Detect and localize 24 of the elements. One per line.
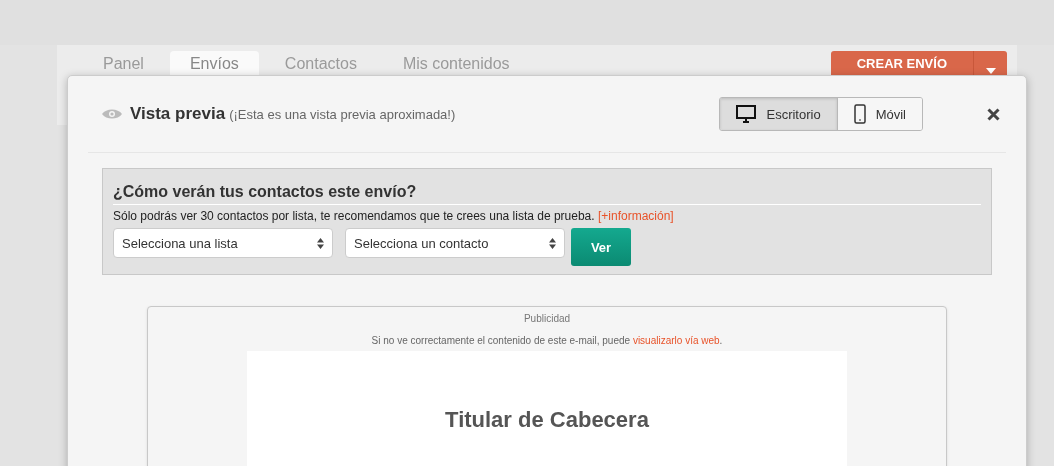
web-view-link[interactable]: visualizarlo vía web bbox=[632, 335, 720, 346]
close-icon bbox=[987, 107, 1000, 121]
view-toggle-button[interactable]: Escritorio bbox=[720, 98, 837, 130]
select-field[interactable]: Selecciona una lista bbox=[113, 228, 333, 258]
sort-arrows-icon bbox=[549, 237, 556, 249]
panel-note: Sólo podrás ver 30 contactos por lista, te recomendamos que te crees una lista de prueba. [+información] bbox=[113, 209, 675, 223]
select-field[interactable]: Selecciona un contacto bbox=[345, 228, 565, 258]
view-button[interactable]: Ver bbox=[571, 228, 631, 266]
close-button[interactable] bbox=[985, 105, 1002, 123]
modal-title: Vista previa bbox=[130, 104, 226, 124]
sort-arrows-icon bbox=[317, 237, 324, 249]
info-link[interactable]: [+información] bbox=[597, 209, 674, 223]
panel-heading: ¿Cómo verán tus contactos este envío? bbox=[113, 179, 981, 205]
web-view-notice: Si no ve correctamente el contenido de este e-mail, puede visualizarlo vía web. bbox=[370, 335, 724, 346]
view-toggle-button[interactable]: Móvil bbox=[836, 98, 922, 130]
phone-icon bbox=[853, 104, 866, 124]
eye-icon bbox=[102, 108, 122, 120]
email-headline: Titular de Cabecera bbox=[445, 407, 649, 432]
monitor-icon bbox=[736, 105, 757, 123]
modal-subtitle: (¡Esta es una vista previa aproximada!) bbox=[229, 106, 456, 122]
ad-label: Publicidad bbox=[522, 312, 572, 324]
nav-tab[interactable]: Contactos bbox=[264, 51, 377, 79]
nav-tab[interactable]: Panel bbox=[83, 51, 164, 79]
nav-tab[interactable]: Mis contenidos bbox=[382, 51, 530, 79]
